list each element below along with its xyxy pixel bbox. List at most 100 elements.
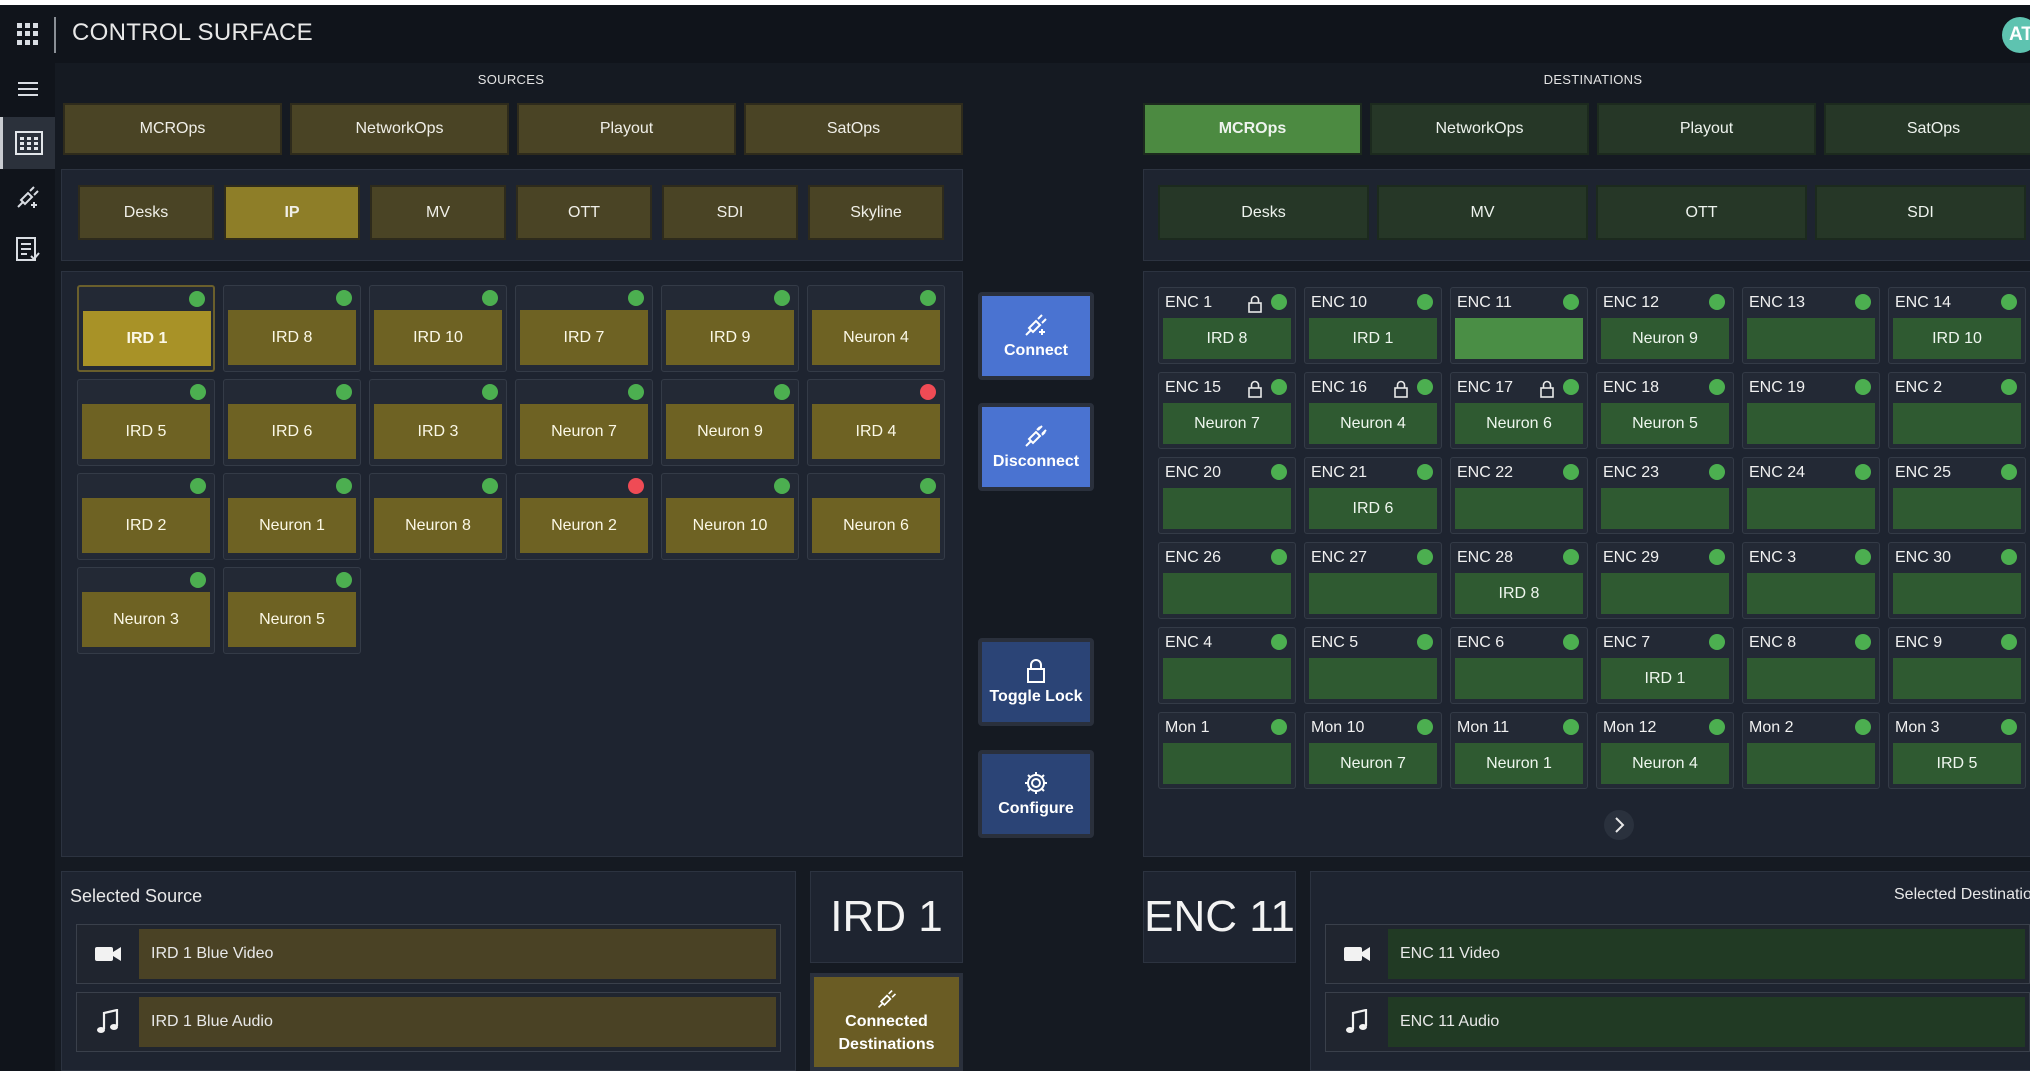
grid-panel-icon[interactable] bbox=[0, 117, 55, 169]
destination-tile-name: ENC 7 bbox=[1603, 634, 1651, 651]
source-audio-label: IRD 1 Blue Audio bbox=[139, 997, 776, 1047]
destination-tile[interactable]: ENC 14 IRD 10 bbox=[1888, 287, 2026, 364]
connect-plug-icon[interactable] bbox=[0, 171, 55, 223]
toggle-lock-button[interactable]: Toggle Lock bbox=[978, 638, 1094, 726]
source-tile[interactable]: Neuron 10 bbox=[661, 473, 799, 560]
status-indicator bbox=[1417, 464, 1433, 480]
destination-tile[interactable]: ENC 19 bbox=[1742, 372, 1880, 449]
next-page-button[interactable] bbox=[1604, 810, 1634, 840]
source-category-tab[interactable]: Desks bbox=[78, 185, 214, 240]
destination-tile[interactable]: ENC 28 IRD 8 bbox=[1450, 542, 1588, 619]
source-category-tab[interactable]: MV bbox=[370, 185, 506, 240]
source-group-tab[interactable]: SatOps bbox=[744, 103, 963, 155]
source-tile[interactable]: IRD 7 bbox=[515, 285, 653, 372]
source-category-tab[interactable]: IP bbox=[224, 185, 360, 240]
source-category-tab[interactable]: Skyline bbox=[808, 185, 944, 240]
destination-tile[interactable]: ENC 25 bbox=[1888, 457, 2026, 534]
configure-button[interactable]: Configure bbox=[978, 750, 1094, 838]
destination-tile[interactable]: ENC 13 bbox=[1742, 287, 1880, 364]
source-category-tab[interactable]: OTT bbox=[516, 185, 652, 240]
source-tile[interactable]: IRD 3 bbox=[369, 379, 507, 466]
destination-tile[interactable]: ENC 15 Neuron 7 bbox=[1158, 372, 1296, 449]
destination-tile[interactable]: ENC 27 bbox=[1304, 542, 1442, 619]
destination-category-tab[interactable]: MV bbox=[1377, 185, 1588, 240]
source-tile[interactable]: IRD 1 bbox=[77, 285, 215, 372]
disconnect-button[interactable]: Disconnect bbox=[978, 403, 1094, 491]
destination-tile[interactable]: ENC 11 bbox=[1450, 287, 1588, 364]
destination-tile[interactable]: ENC 29 bbox=[1596, 542, 1734, 619]
status-indicator bbox=[1417, 379, 1433, 395]
destination-tile[interactable]: ENC 5 bbox=[1304, 627, 1442, 704]
destination-category-tab[interactable]: SDI bbox=[1815, 185, 2026, 240]
destination-tile[interactable]: ENC 21 IRD 6 bbox=[1304, 457, 1442, 534]
destination-group-tab[interactable]: MCROps bbox=[1143, 103, 1362, 155]
destination-tile-name: ENC 4 bbox=[1165, 634, 1213, 651]
source-tile[interactable]: IRD 6 bbox=[223, 379, 361, 466]
destination-tile[interactable]: ENC 3 bbox=[1742, 542, 1880, 619]
destination-group-tab[interactable]: Playout bbox=[1597, 103, 1816, 155]
destination-tile[interactable]: ENC 18 Neuron 5 bbox=[1596, 372, 1734, 449]
destination-tile[interactable]: ENC 12 Neuron 9 bbox=[1596, 287, 1734, 364]
source-tile[interactable]: IRD 10 bbox=[369, 285, 507, 372]
source-tile[interactable]: Neuron 9 bbox=[661, 379, 799, 466]
source-group-tab[interactable]: Playout bbox=[517, 103, 736, 155]
destination-tile[interactable]: ENC 16 Neuron 4 bbox=[1304, 372, 1442, 449]
source-tile[interactable]: Neuron 3 bbox=[77, 567, 215, 654]
source-video-signal[interactable]: IRD 1 Blue Video bbox=[76, 924, 781, 984]
destination-tile[interactable]: ENC 8 bbox=[1742, 627, 1880, 704]
destination-category-tab[interactable]: OTT bbox=[1596, 185, 1807, 240]
destination-tile[interactable]: ENC 10 IRD 1 bbox=[1304, 287, 1442, 364]
destination-video-signal[interactable]: ENC 11 Video bbox=[1325, 924, 2030, 984]
destination-tile[interactable]: ENC 2 bbox=[1888, 372, 2026, 449]
destination-tile[interactable]: ENC 17 Neuron 6 bbox=[1450, 372, 1588, 449]
destination-tile[interactable]: Mon 2 bbox=[1742, 712, 1880, 789]
source-tile[interactable]: Neuron 4 bbox=[807, 285, 945, 372]
status-indicator bbox=[1709, 549, 1725, 565]
source-audio-signal[interactable]: IRD 1 Blue Audio bbox=[76, 992, 781, 1052]
list-check-icon[interactable] bbox=[0, 223, 55, 275]
disconnect-label: Disconnect bbox=[992, 453, 1080, 470]
destination-tile[interactable]: ENC 7 IRD 1 bbox=[1596, 627, 1734, 704]
destination-tile[interactable]: ENC 20 bbox=[1158, 457, 1296, 534]
source-tile[interactable]: IRD 4 bbox=[807, 379, 945, 466]
destination-tile[interactable]: Mon 11 Neuron 1 bbox=[1450, 712, 1588, 789]
source-tile[interactable]: IRD 8 bbox=[223, 285, 361, 372]
source-category-tab[interactable]: SDI bbox=[662, 185, 798, 240]
app-launcher-icon[interactable] bbox=[17, 23, 39, 45]
destination-tile[interactable]: ENC 24 bbox=[1742, 457, 1880, 534]
source-tile[interactable]: Neuron 8 bbox=[369, 473, 507, 560]
connected-destinations-button[interactable]: Connected Destinations bbox=[810, 973, 963, 1071]
destination-group-tab[interactable]: NetworkOps bbox=[1370, 103, 1589, 155]
destination-tile-source bbox=[1893, 658, 2021, 699]
destination-category-tab[interactable]: Desks bbox=[1158, 185, 1369, 240]
source-tile[interactable]: Neuron 7 bbox=[515, 379, 653, 466]
connect-button[interactable]: Connect bbox=[978, 292, 1094, 380]
destination-tile[interactable]: Mon 10 Neuron 7 bbox=[1304, 712, 1442, 789]
destination-tile[interactable]: ENC 4 bbox=[1158, 627, 1296, 704]
destination-tile[interactable]: ENC 23 bbox=[1596, 457, 1734, 534]
source-tile[interactable]: IRD 2 bbox=[77, 473, 215, 560]
destination-group-tab[interactable]: SatOps bbox=[1824, 103, 2030, 155]
destination-tile[interactable]: ENC 22 bbox=[1450, 457, 1588, 534]
destination-tile[interactable]: Mon 3 IRD 5 bbox=[1888, 712, 2026, 789]
status-indicator bbox=[1563, 464, 1579, 480]
menu-icon[interactable] bbox=[0, 63, 55, 115]
source-group-tab[interactable]: MCROps bbox=[63, 103, 282, 155]
destination-tile[interactable]: ENC 26 bbox=[1158, 542, 1296, 619]
destination-tile[interactable]: Mon 1 bbox=[1158, 712, 1296, 789]
destination-tile[interactable]: ENC 9 bbox=[1888, 627, 2026, 704]
destination-tile[interactable]: ENC 6 bbox=[1450, 627, 1588, 704]
source-tile[interactable]: IRD 9 bbox=[661, 285, 799, 372]
user-avatar[interactable]: AT bbox=[2002, 17, 2030, 53]
destination-audio-signal[interactable]: ENC 11 Audio bbox=[1325, 992, 2030, 1052]
source-tile[interactable]: Neuron 1 bbox=[223, 473, 361, 560]
destination-tile[interactable]: ENC 1 IRD 8 bbox=[1158, 287, 1296, 364]
source-tile[interactable]: Neuron 2 bbox=[515, 473, 653, 560]
source-tile-label: Neuron 6 bbox=[812, 498, 940, 553]
source-tile[interactable]: IRD 5 bbox=[77, 379, 215, 466]
destination-tile[interactable]: Mon 12 Neuron 4 bbox=[1596, 712, 1734, 789]
source-group-tab[interactable]: NetworkOps bbox=[290, 103, 509, 155]
source-tile[interactable]: Neuron 6 bbox=[807, 473, 945, 560]
destination-tile[interactable]: ENC 30 bbox=[1888, 542, 2026, 619]
source-tile[interactable]: Neuron 5 bbox=[223, 567, 361, 654]
